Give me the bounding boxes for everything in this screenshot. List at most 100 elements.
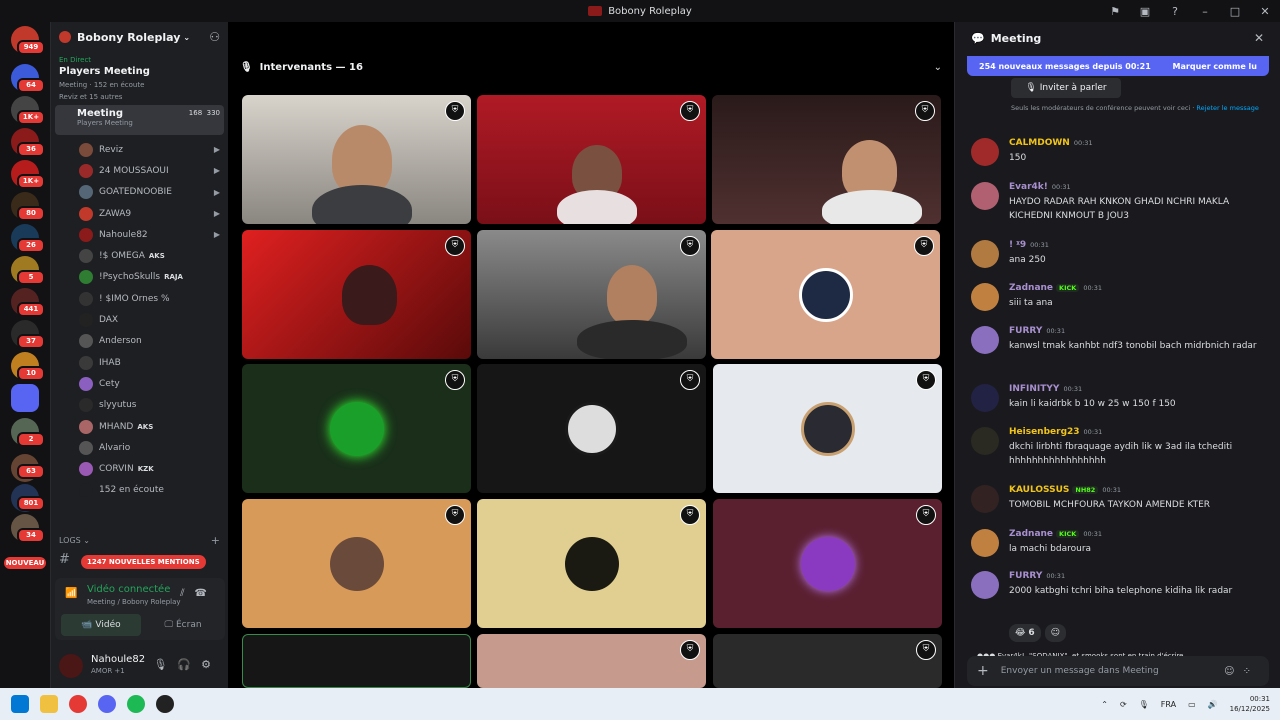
add-channel-icon[interactable]: +	[211, 534, 220, 547]
clock[interactable]: 00:31 16/12/2025	[1230, 694, 1270, 714]
message-author[interactable]: Evar4k!	[1009, 182, 1048, 192]
video-tile[interactable]: ⛨	[712, 95, 941, 224]
member-row[interactable]: ! $IMO Ornes %	[51, 288, 228, 309]
help-icon[interactable]: ?	[1160, 5, 1190, 18]
chevron-down-icon[interactable]: ⌄	[934, 62, 942, 73]
reaction-button[interactable]: 😂 6	[1009, 624, 1041, 642]
video-tile[interactable]: ⛨	[242, 95, 471, 224]
message-author[interactable]: Heisenberg23	[1009, 427, 1080, 437]
dismiss-link[interactable]: Rejeter le message	[1196, 104, 1258, 112]
video-button[interactable]: 📹 Vidéo	[61, 614, 141, 636]
avatar[interactable]	[971, 240, 999, 268]
new-messages-bar[interactable]: 254 nouveaux messages depuis 00:21 Marqu…	[967, 56, 1269, 76]
avatar-tile[interactable]: ⛨	[477, 499, 706, 628]
category-logs[interactable]: LOGS ⌄	[59, 536, 90, 545]
message-author[interactable]: FURRY	[1009, 571, 1042, 581]
avatar-tile[interactable]: ⛨	[477, 364, 706, 493]
message-composer[interactable]: + Envoyer un message dans Meeting ☺⁘	[967, 656, 1269, 686]
member-row[interactable]: 24 MOUSSAOUI ▶	[51, 160, 228, 181]
avatar[interactable]	[971, 571, 999, 599]
message-author[interactable]: FURRY	[1009, 326, 1042, 336]
mic-icon[interactable]: 🎙	[153, 658, 177, 671]
voice-location[interactable]: Meeting / Bobony Roleplay	[87, 598, 181, 606]
avatar-tile[interactable]: ⛨	[713, 364, 942, 493]
member-row[interactable]: slyyutus	[51, 395, 228, 416]
discord-taskbar-icon[interactable]	[98, 695, 116, 713]
screen-share-button[interactable]: 🖵 Écran	[145, 614, 221, 636]
attach-icon[interactable]: +	[977, 663, 989, 679]
avatar[interactable]	[59, 654, 83, 678]
message-author[interactable]: ! ᵡ9	[1009, 240, 1026, 250]
mark-read-button[interactable]: Marquer comme lu	[1173, 62, 1257, 71]
avatar-tile[interactable]: ⛨	[713, 634, 942, 688]
avatar[interactable]	[971, 384, 999, 412]
add-member-icon[interactable]: ⚇	[209, 30, 220, 44]
gear-icon[interactable]: ⚙	[201, 658, 221, 671]
avatar[interactable]	[971, 138, 999, 166]
member-row[interactable]: ZAWA9 ▶	[51, 203, 228, 224]
message-author[interactable]: Zadnane	[1009, 529, 1053, 539]
avatar[interactable]	[971, 326, 999, 354]
language-indicator[interactable]: FRA	[1161, 700, 1176, 709]
message-author[interactable]: KAULOSSUS	[1009, 485, 1069, 495]
message-author[interactable]: CALMDOWN	[1009, 138, 1070, 148]
folder-icon[interactable]	[11, 384, 39, 412]
avatar-tile[interactable]: ⛨	[711, 230, 940, 359]
server-header[interactable]: Bobony Roleplay ⌄ ⚇	[51, 22, 228, 52]
video-tile[interactable]: ⛨	[477, 230, 706, 359]
member-row[interactable]: Cety	[51, 373, 228, 394]
avatar-tile[interactable]	[242, 634, 471, 688]
noise-icon[interactable]: ⫽	[180, 588, 194, 599]
disconnect-icon[interactable]: ☎	[195, 588, 217, 599]
sync-icon[interactable]: ⟳	[1120, 700, 1127, 709]
member-row[interactable]: CORVIN KZK	[51, 458, 228, 479]
member-row[interactable]: Anderson	[51, 331, 228, 352]
avatar-tile[interactable]: ⛨	[477, 634, 706, 688]
close-window-button[interactable]: ✕	[1250, 5, 1280, 18]
avatar[interactable]	[971, 485, 999, 513]
chrome-icon[interactable]	[69, 695, 87, 713]
add-reaction-icon[interactable]: ☺	[1044, 624, 1067, 642]
network-icon[interactable]: ▭	[1188, 700, 1196, 709]
member-row[interactable]: Reviz ▶	[51, 139, 228, 160]
event-title[interactable]: Players Meeting	[51, 64, 228, 79]
spotify-icon[interactable]	[127, 695, 145, 713]
voice-channel-meeting[interactable]: Meeting Players Meeting 168 330	[55, 105, 224, 135]
app-icon[interactable]	[156, 695, 174, 713]
invite-to-speak-button[interactable]: 🎙 Inviter à parler	[1011, 78, 1121, 98]
minimize-button[interactable]: –	[1190, 5, 1220, 18]
member-row[interactable]: 152 en écoute	[51, 480, 228, 501]
mic-icon[interactable]: 🎙	[1139, 700, 1149, 709]
member-row[interactable]: IHAB	[51, 352, 228, 373]
volume-icon[interactable]: 🔊	[1208, 700, 1218, 709]
avatar-tile[interactable]: ⛨	[713, 499, 942, 628]
chevron-up-icon[interactable]: ⌃	[1101, 700, 1108, 709]
video-tile[interactable]: ⛨	[242, 230, 471, 359]
message-author[interactable]: Zadnane	[1009, 283, 1053, 293]
member-row[interactable]: MHAND AKS	[51, 416, 228, 437]
video-tile[interactable]: ⛨	[477, 95, 706, 224]
new-badge[interactable]: NOUVEAU	[4, 557, 46, 569]
apps-icon[interactable]: ⁘	[1243, 666, 1259, 677]
avatar[interactable]	[971, 182, 999, 210]
member-row[interactable]: Alvario	[51, 437, 228, 458]
avatar[interactable]	[971, 427, 999, 455]
member-row[interactable]: !$ OMEGA AKS	[51, 245, 228, 266]
screen-icon[interactable]: ▣	[1130, 5, 1160, 18]
emoji-icon[interactable]: ☺	[1224, 666, 1242, 677]
message-author[interactable]: INFINITYY	[1009, 384, 1059, 394]
windows-start-icon[interactable]	[11, 695, 29, 713]
file-explorer-icon[interactable]	[40, 695, 58, 713]
maximize-button[interactable]: □	[1220, 5, 1250, 18]
avatar[interactable]	[971, 529, 999, 557]
close-icon[interactable]: ✕	[1254, 31, 1264, 45]
member-row[interactable]: !PsychoSkulls RAJA	[51, 267, 228, 288]
inbox-icon[interactable]: ⚑	[1100, 5, 1130, 18]
member-row[interactable]: GOATEDNOOBIE ▶	[51, 182, 228, 203]
mentions-badge[interactable]: 1247 NOUVELLES MENTIONS	[81, 555, 206, 569]
member-row[interactable]: DAX	[51, 309, 228, 330]
avatar-tile[interactable]: ⛨	[242, 364, 471, 493]
avatar-tile[interactable]: ⛨	[242, 499, 471, 628]
headphones-icon[interactable]: 🎧	[177, 658, 201, 671]
message-input[interactable]: Envoyer un message dans Meeting	[1001, 666, 1159, 676]
